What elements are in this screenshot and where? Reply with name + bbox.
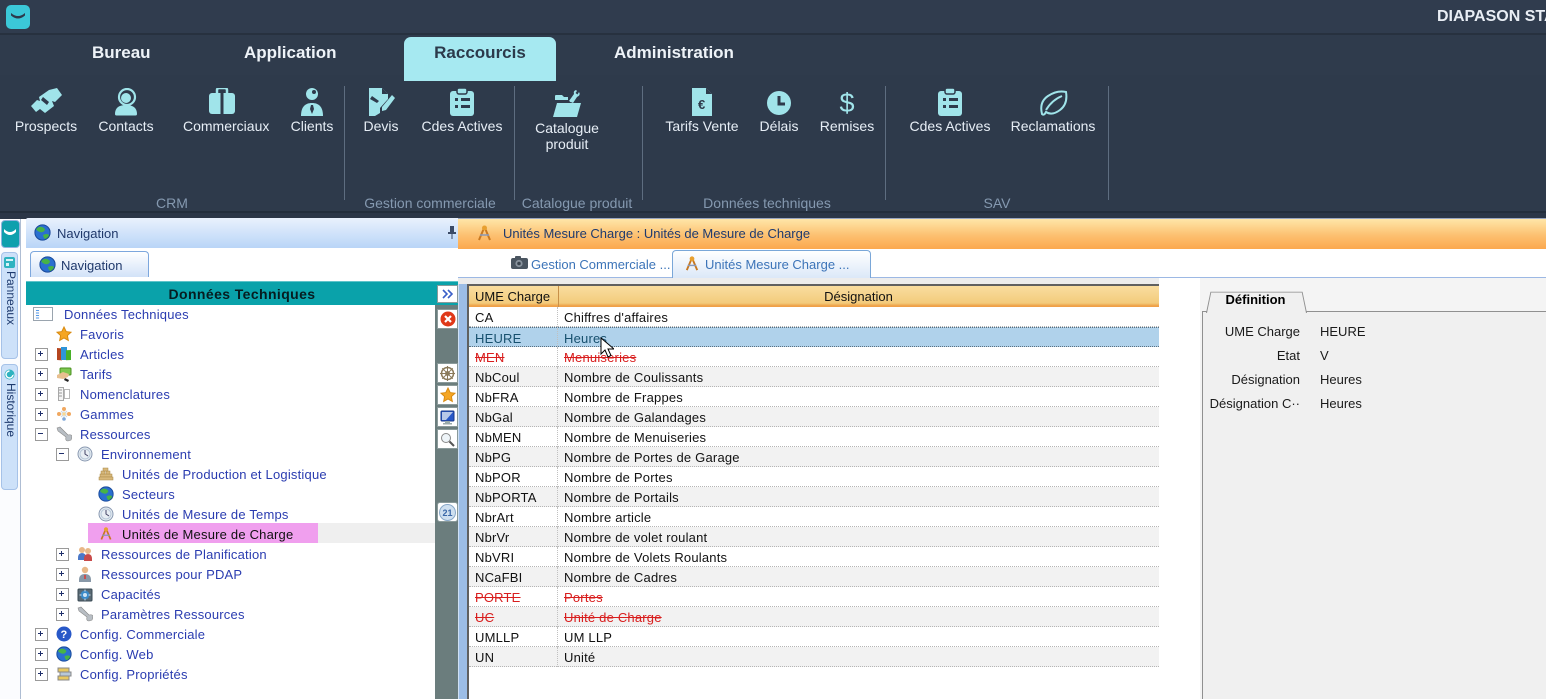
svg-text:€: € — [698, 97, 705, 112]
svg-text:$: $ — [839, 88, 854, 116]
svg-text:?: ? — [61, 629, 68, 641]
svg-text:21: 21 — [442, 508, 452, 518]
